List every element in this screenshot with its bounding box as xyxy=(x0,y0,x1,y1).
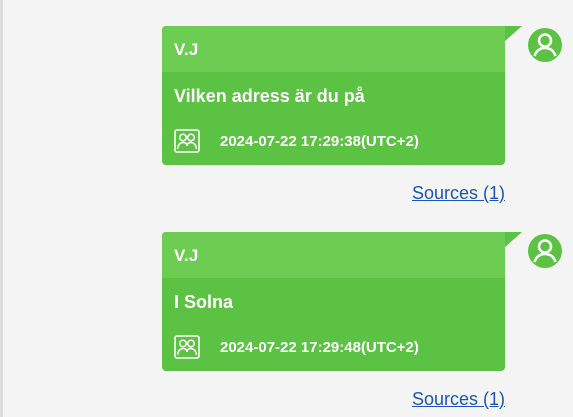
message-timestamp: 2024-07-22 17:29:48(UTC+2) xyxy=(220,338,419,356)
message-meta: 2024-07-22 17:29:48(UTC+2) xyxy=(174,334,419,360)
sources-link[interactable]: Sources (1) xyxy=(412,183,505,204)
chat-thread: V.J Vilken adress är du på 2024-07-22 17… xyxy=(0,0,573,417)
message-header: V.J xyxy=(162,26,505,72)
message-bubble[interactable]: V.J I Solna 2024-07-22 17:29:48(UTC+2) xyxy=(162,232,505,371)
bubble-tail xyxy=(505,232,522,247)
message-meta: 2024-07-22 17:29:38(UTC+2) xyxy=(174,128,419,154)
message-bubble[interactable]: V.J Vilken adress är du på 2024-07-22 17… xyxy=(162,26,505,165)
sender-name: V.J xyxy=(174,246,199,265)
message-text: I Solna xyxy=(174,292,234,312)
people-group-icon xyxy=(174,335,200,359)
message-header: V.J xyxy=(162,232,505,278)
user-circle-icon[interactable] xyxy=(527,233,563,269)
sender-name: V.J xyxy=(174,40,199,59)
user-circle-icon[interactable] xyxy=(527,27,563,63)
sources-link[interactable]: Sources (1) xyxy=(412,389,505,410)
people-group-icon xyxy=(174,129,200,153)
message-text: Vilken adress är du på xyxy=(174,86,365,106)
bubble-tail xyxy=(505,26,522,41)
message-timestamp: 2024-07-22 17:29:38(UTC+2) xyxy=(220,132,419,150)
